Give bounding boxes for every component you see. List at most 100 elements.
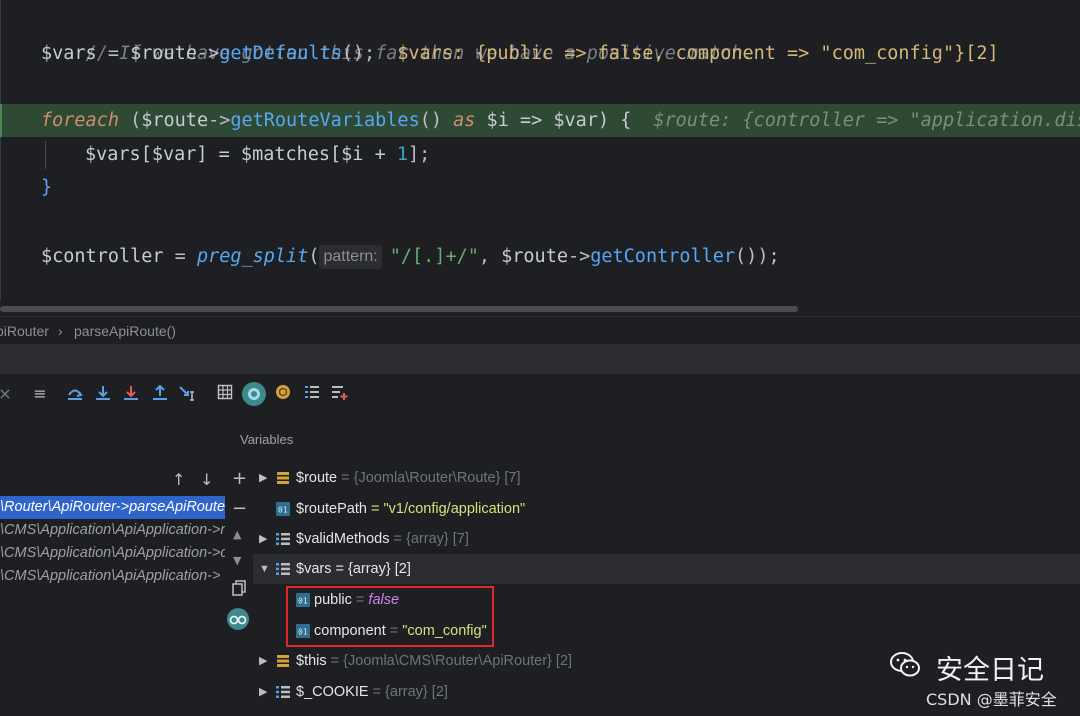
token-function: getRouteVariables: [230, 110, 420, 131]
move-down-icon[interactable]: ▼: [233, 554, 241, 567]
token-punc: ,: [478, 246, 502, 267]
add-filter-icon[interactable]: [330, 384, 350, 404]
array-icon: [276, 563, 290, 575]
arrow-down-icon[interactable]: ↓: [200, 470, 213, 489]
code-line-6[interactable]: $controller = preg_split(pattern: "/[.]+/…: [41, 240, 780, 274]
variable-value: = "v1/config/application": [366, 501, 526, 517]
token-keyword: as: [453, 110, 476, 131]
token-number: 1: [396, 144, 409, 165]
token-string: "/[.]+/": [389, 246, 479, 267]
collapse-arrow-icon[interactable]: ▼: [259, 554, 271, 584]
expand-arrow-icon[interactable]: ▶: [259, 524, 271, 554]
token-punc: ];: [408, 144, 431, 165]
variables-side-toolbar: + − ▲ ▼: [225, 414, 253, 716]
debug-toolbar: × ≡: [0, 374, 1080, 414]
step-over-icon[interactable]: [65, 384, 85, 404]
token-function: getDefaults: [219, 43, 342, 64]
token-brace: }: [41, 177, 53, 198]
frame-item[interactable]: \Router\ApiRouter->parseApiRoute(: [0, 496, 225, 519]
watermark-title: 安全日记: [936, 655, 1044, 686]
step-into-icon[interactable]: [93, 384, 113, 404]
watermark-subtitle: CSDN @墨菲安全: [926, 690, 1057, 709]
variable-name: $_COOKIE: [296, 684, 369, 700]
token-op: ->: [567, 246, 591, 267]
token-punc: (): [419, 110, 454, 131]
token-op: ->: [208, 110, 231, 131]
token-var: $route: [501, 246, 568, 267]
code-line-3[interactable]: foreach ($route->getRouteVariables() as …: [41, 104, 1080, 138]
token-function: getController: [590, 246, 736, 267]
close-icon[interactable]: ×: [0, 384, 15, 404]
frame-item[interactable]: \CMS\Application\ApiApplication->r: [0, 519, 225, 542]
variable-row[interactable]: ▶ $route = {Joomla\Router\Route} [7]: [253, 463, 1080, 493]
step-out-icon[interactable]: [150, 384, 170, 404]
expand-arrow-icon[interactable]: ▶: [259, 463, 271, 493]
toggle-watch-icon[interactable]: [242, 382, 266, 406]
evaluate-expression-icon[interactable]: [215, 384, 235, 404]
token-op: ->: [196, 43, 220, 64]
array-icon: [276, 533, 290, 545]
token-var: $i => $var) {: [475, 110, 632, 131]
token-op: =: [96, 43, 131, 64]
menu-icon[interactable]: ≡: [30, 384, 50, 404]
token-punc: (: [118, 110, 142, 131]
variable-name: $this: [296, 653, 327, 669]
force-step-into-icon[interactable]: [121, 384, 141, 404]
gutter-border: [0, 0, 1, 300]
variable-name: $vars: [296, 561, 332, 577]
token-var: $vars[$var] = $matches[$i +: [85, 144, 397, 165]
horizontal-scrollbar[interactable]: [0, 306, 798, 312]
token-punc: (: [308, 246, 320, 267]
current-line-marker: [0, 104, 2, 137]
token-var: $vars: [41, 43, 97, 64]
breadcrumb-class[interactable]: piRouter: [0, 317, 49, 345]
variable-value: = {Joomla\CMS\Router\ApiRouter} [2]: [326, 653, 573, 669]
code-line-4[interactable]: $vars[$var] = $matches[$i + 1];: [85, 138, 430, 172]
token-punc: ();: [341, 43, 376, 64]
token-var: $route: [130, 43, 197, 64]
highlight-box: [286, 586, 494, 647]
variable-row[interactable]: ▶ $validMethods = {array} [7]: [253, 524, 1080, 554]
breadcrumb-separator: ›: [58, 323, 63, 339]
token-var: $controller: [41, 246, 164, 267]
variable-row[interactable]: ▼ $vars = {array} [2]: [253, 554, 1080, 584]
breadcrumb-method[interactable]: parseApiRoute(): [74, 317, 176, 345]
code-editor[interactable]: // If we have gotten this far then we ha…: [0, 0, 1080, 316]
token-function: preg_split: [196, 246, 309, 267]
parameter-hint: pattern:: [319, 245, 382, 269]
expand-arrow-icon[interactable]: ▶: [259, 646, 271, 676]
inline-debug-value: $vars: {public => false, component => "c…: [397, 43, 999, 64]
token-keyword: foreach: [41, 110, 119, 131]
breakpoint-toggle-icon[interactable]: [273, 384, 293, 404]
code-line-1[interactable]: // If we have gotten this far then we ha…: [41, 3, 754, 64]
variable-row[interactable]: 01 $routePath = "v1/config/application": [253, 494, 1080, 524]
token-op: =: [163, 246, 197, 267]
variable-value: = {Joomla\Router\Route} [7]: [337, 470, 521, 486]
copy-icon[interactable]: [232, 580, 246, 600]
frame-item[interactable]: \CMS\Application\ApiApplication->c: [0, 542, 225, 565]
variable-value: = {array} [2]: [331, 561, 411, 577]
primitive-icon: 01: [276, 502, 290, 516]
remove-watch-icon[interactable]: −: [232, 498, 247, 519]
indent-guide: [45, 141, 46, 169]
list-icon[interactable]: [302, 384, 322, 404]
glasses-icon[interactable]: [227, 608, 249, 630]
expand-arrow-icon[interactable]: ▶: [259, 677, 271, 707]
token-punc: ());: [735, 246, 780, 267]
variable-name: $validMethods: [296, 531, 390, 547]
frame-item[interactable]: \CMS\Application\ApiApplication->: [0, 565, 225, 588]
arrow-up-icon[interactable]: ↑: [172, 470, 185, 489]
array-icon: [276, 686, 290, 698]
debug-tab-strip: [0, 344, 1080, 374]
wechat-icon: [890, 652, 920, 677]
code-line-5[interactable]: }: [41, 171, 52, 205]
add-watch-icon[interactable]: +: [232, 468, 247, 489]
object-icon: [277, 472, 289, 484]
code-line-2[interactable]: $vars = $route->getDefaults(); $vars: {pu…: [41, 37, 999, 71]
inline-debug-value: $route: {controller => "application.disp: [653, 110, 1080, 131]
move-up-icon[interactable]: ▲: [233, 528, 241, 541]
variable-name: $routePath: [296, 501, 367, 517]
svg-text:01: 01: [278, 506, 288, 515]
run-to-cursor-icon[interactable]: [178, 384, 198, 404]
variable-value: = {array} [7]: [389, 531, 469, 547]
